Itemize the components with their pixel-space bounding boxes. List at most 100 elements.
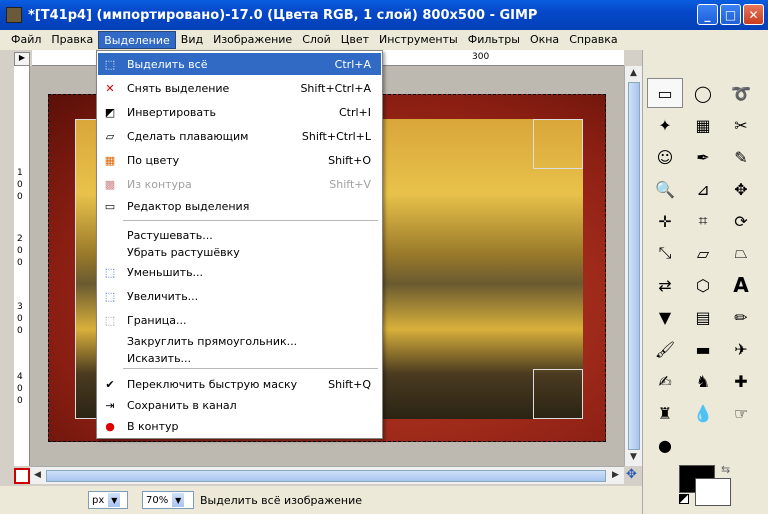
rect-select-icon[interactable]: ▭ (647, 78, 683, 108)
rotate-icon[interactable]: ⟳ (723, 206, 759, 236)
ink-icon[interactable]: ✍ (647, 366, 683, 396)
clone-icon[interactable]: ♞ (685, 366, 721, 396)
scroll-right-icon[interactable]: ▶ (612, 470, 619, 480)
menu-item-label: Снять выделение (127, 81, 230, 95)
lasso-icon[interactable]: ➰ (723, 78, 759, 108)
blur-icon[interactable]: 💧 (685, 398, 721, 428)
pencil-icon[interactable]: ✏ (723, 302, 759, 332)
flip-icon[interactable]: ⇄ (647, 270, 683, 300)
menu-item-from-path[interactable]: ▩ Из контура Shift+V (98, 173, 381, 195)
menu-select[interactable]: Выделение (98, 31, 176, 49)
menu-item-accel: Shift+V (329, 177, 371, 191)
scroll-down-icon[interactable]: ▼ (630, 452, 637, 462)
background-color-swatch[interactable] (695, 478, 731, 506)
menu-item-select-none[interactable]: ✕ Снять выделение Shift+Ctrl+A (98, 77, 381, 99)
zoom-select[interactable]: 70% ▼ (142, 491, 194, 509)
menu-item-selection-editor[interactable]: ▭ Редактор выделения (98, 195, 381, 217)
grow-icon: ⬚ (104, 289, 116, 303)
menu-item-accel: Ctrl+A (334, 57, 371, 71)
menu-layer[interactable]: Слой (297, 31, 336, 49)
menu-filters[interactable]: Фильтры (463, 31, 525, 49)
unit-value: px (92, 494, 105, 506)
perspective-clone-icon[interactable]: ♜ (647, 398, 683, 428)
paintbrush-icon[interactable]: 🖌 (647, 334, 683, 364)
menu-item-sharpen[interactable]: Убрать растушёвку (98, 241, 381, 263)
fuzzy-select-icon[interactable]: ✦ (647, 110, 683, 140)
menu-item-distort[interactable]: Исказить... (98, 347, 381, 369)
ruler-label: 0 (17, 314, 23, 324)
ellipse-select-icon[interactable]: ◯ (685, 78, 721, 108)
ruler-label: 0 (17, 246, 23, 256)
ruler-label: 0 (17, 192, 23, 202)
horizontal-scrollbar[interactable]: ◀ ▶ (30, 466, 624, 484)
heal-icon[interactable]: ✚ (723, 366, 759, 396)
text-icon[interactable]: A (723, 270, 759, 300)
status-bar: px ▼ 70% ▼ Выделить всё изображение (0, 486, 642, 514)
horizontal-scroll-thumb[interactable] (46, 470, 606, 482)
menu-separator (123, 368, 378, 369)
navigate-icon[interactable]: ✥ (626, 468, 640, 482)
menu-item-to-path[interactable]: ● В контур (98, 415, 381, 437)
move-icon[interactable]: ✥ (723, 174, 759, 204)
menu-image[interactable]: Изображение (208, 31, 297, 49)
close-button[interactable]: ✕ (743, 4, 764, 25)
menu-item-label: Закруглить прямоугольник... (127, 334, 298, 348)
ruler-label: 2 (17, 234, 23, 244)
status-message: Выделить всё изображение (200, 493, 362, 507)
perspective-icon[interactable]: ⏢ (723, 238, 759, 268)
menu-tools[interactable]: Инструменты (374, 31, 463, 49)
dodge-burn-icon[interactable]: ● (647, 430, 683, 460)
smudge-icon[interactable]: ☞ (723, 398, 759, 428)
scroll-left-icon[interactable]: ◀ (34, 470, 41, 480)
minimize-button[interactable]: _ (697, 4, 718, 25)
menu-item-by-color[interactable]: ▦ По цвету Shift+O (98, 149, 381, 171)
zoom-icon[interactable]: 🔍 (647, 174, 683, 204)
measure-icon[interactable]: ⊿ (685, 174, 721, 204)
menu-edit[interactable]: Правка (46, 31, 98, 49)
menu-item-float[interactable]: ▱ Сделать плавающим Shift+Ctrl+L (98, 125, 381, 147)
align-icon[interactable]: ✛ (647, 206, 683, 236)
menu-item-shrink[interactable]: ⬚ Уменьшить... (98, 261, 381, 283)
crop-icon[interactable]: ⌗ (685, 206, 721, 236)
menu-help[interactable]: Справка (564, 31, 622, 49)
from-path-icon: ▩ (104, 177, 116, 191)
menu-color[interactable]: Цвет (336, 31, 374, 49)
scroll-up-icon[interactable]: ▲ (630, 68, 637, 78)
gimp-app-icon (6, 7, 22, 23)
invert-icon: ◩ (104, 105, 116, 119)
eraser-icon[interactable]: ▬ (685, 334, 721, 364)
scale-icon[interactable]: ⤡ (647, 238, 683, 268)
menu-item-save-to-channel[interactable]: ⇥ Сохранить в канал (98, 394, 381, 416)
menu-view[interactable]: Вид (176, 31, 208, 49)
scissors-icon[interactable]: ✂ (723, 110, 759, 140)
ruler-corner-icon[interactable]: ▶ (14, 52, 30, 66)
menu-item-select-all[interactable]: ⬚ Выделить всё Ctrl+A (98, 53, 381, 75)
menu-item-label: Сделать плавающим (127, 129, 249, 143)
menu-item-grow[interactable]: ⬚ Увеличить... (98, 285, 381, 307)
menu-item-label: Редактор выделения (127, 199, 250, 213)
maximize-button[interactable]: □ (720, 4, 741, 25)
airbrush-icon[interactable]: ✈ (723, 334, 759, 364)
menu-windows[interactable]: Окна (525, 31, 564, 49)
menu-item-label: Уменьшить... (127, 265, 204, 279)
menu-item-label: Граница... (127, 313, 187, 327)
swap-colors-icon[interactable]: ⇆ (721, 463, 730, 476)
paths-icon[interactable]: ✒ (685, 142, 721, 172)
menu-file[interactable]: Файл (6, 31, 46, 49)
quick-mask-toggle-icon[interactable] (14, 468, 30, 484)
foreground-select-icon[interactable]: ☺ (647, 142, 683, 172)
color-picker-icon[interactable]: ✎ (723, 142, 759, 172)
menu-item-accel: Shift+O (328, 153, 371, 167)
color-select-icon[interactable]: ▦ (685, 110, 721, 140)
unit-select[interactable]: px ▼ (88, 491, 128, 509)
menu-item-border[interactable]: ⬚ Граница... (98, 309, 381, 331)
menu-item-toggle-quick-mask[interactable]: ✔ Переключить быструю маску Shift+Q (98, 373, 381, 395)
blend-icon[interactable]: ▤ (685, 302, 721, 332)
vertical-scroll-thumb[interactable] (628, 82, 640, 450)
bucket-fill-icon[interactable]: ▼ (647, 302, 683, 332)
vertical-scrollbar[interactable]: ▲ ▼ (624, 66, 642, 466)
cage-icon[interactable]: ⬡ (685, 270, 721, 300)
menu-item-invert[interactable]: ◩ Инвертировать Ctrl+I (98, 101, 381, 123)
shear-icon[interactable]: ▱ (685, 238, 721, 268)
reset-colors-icon[interactable] (679, 494, 689, 504)
